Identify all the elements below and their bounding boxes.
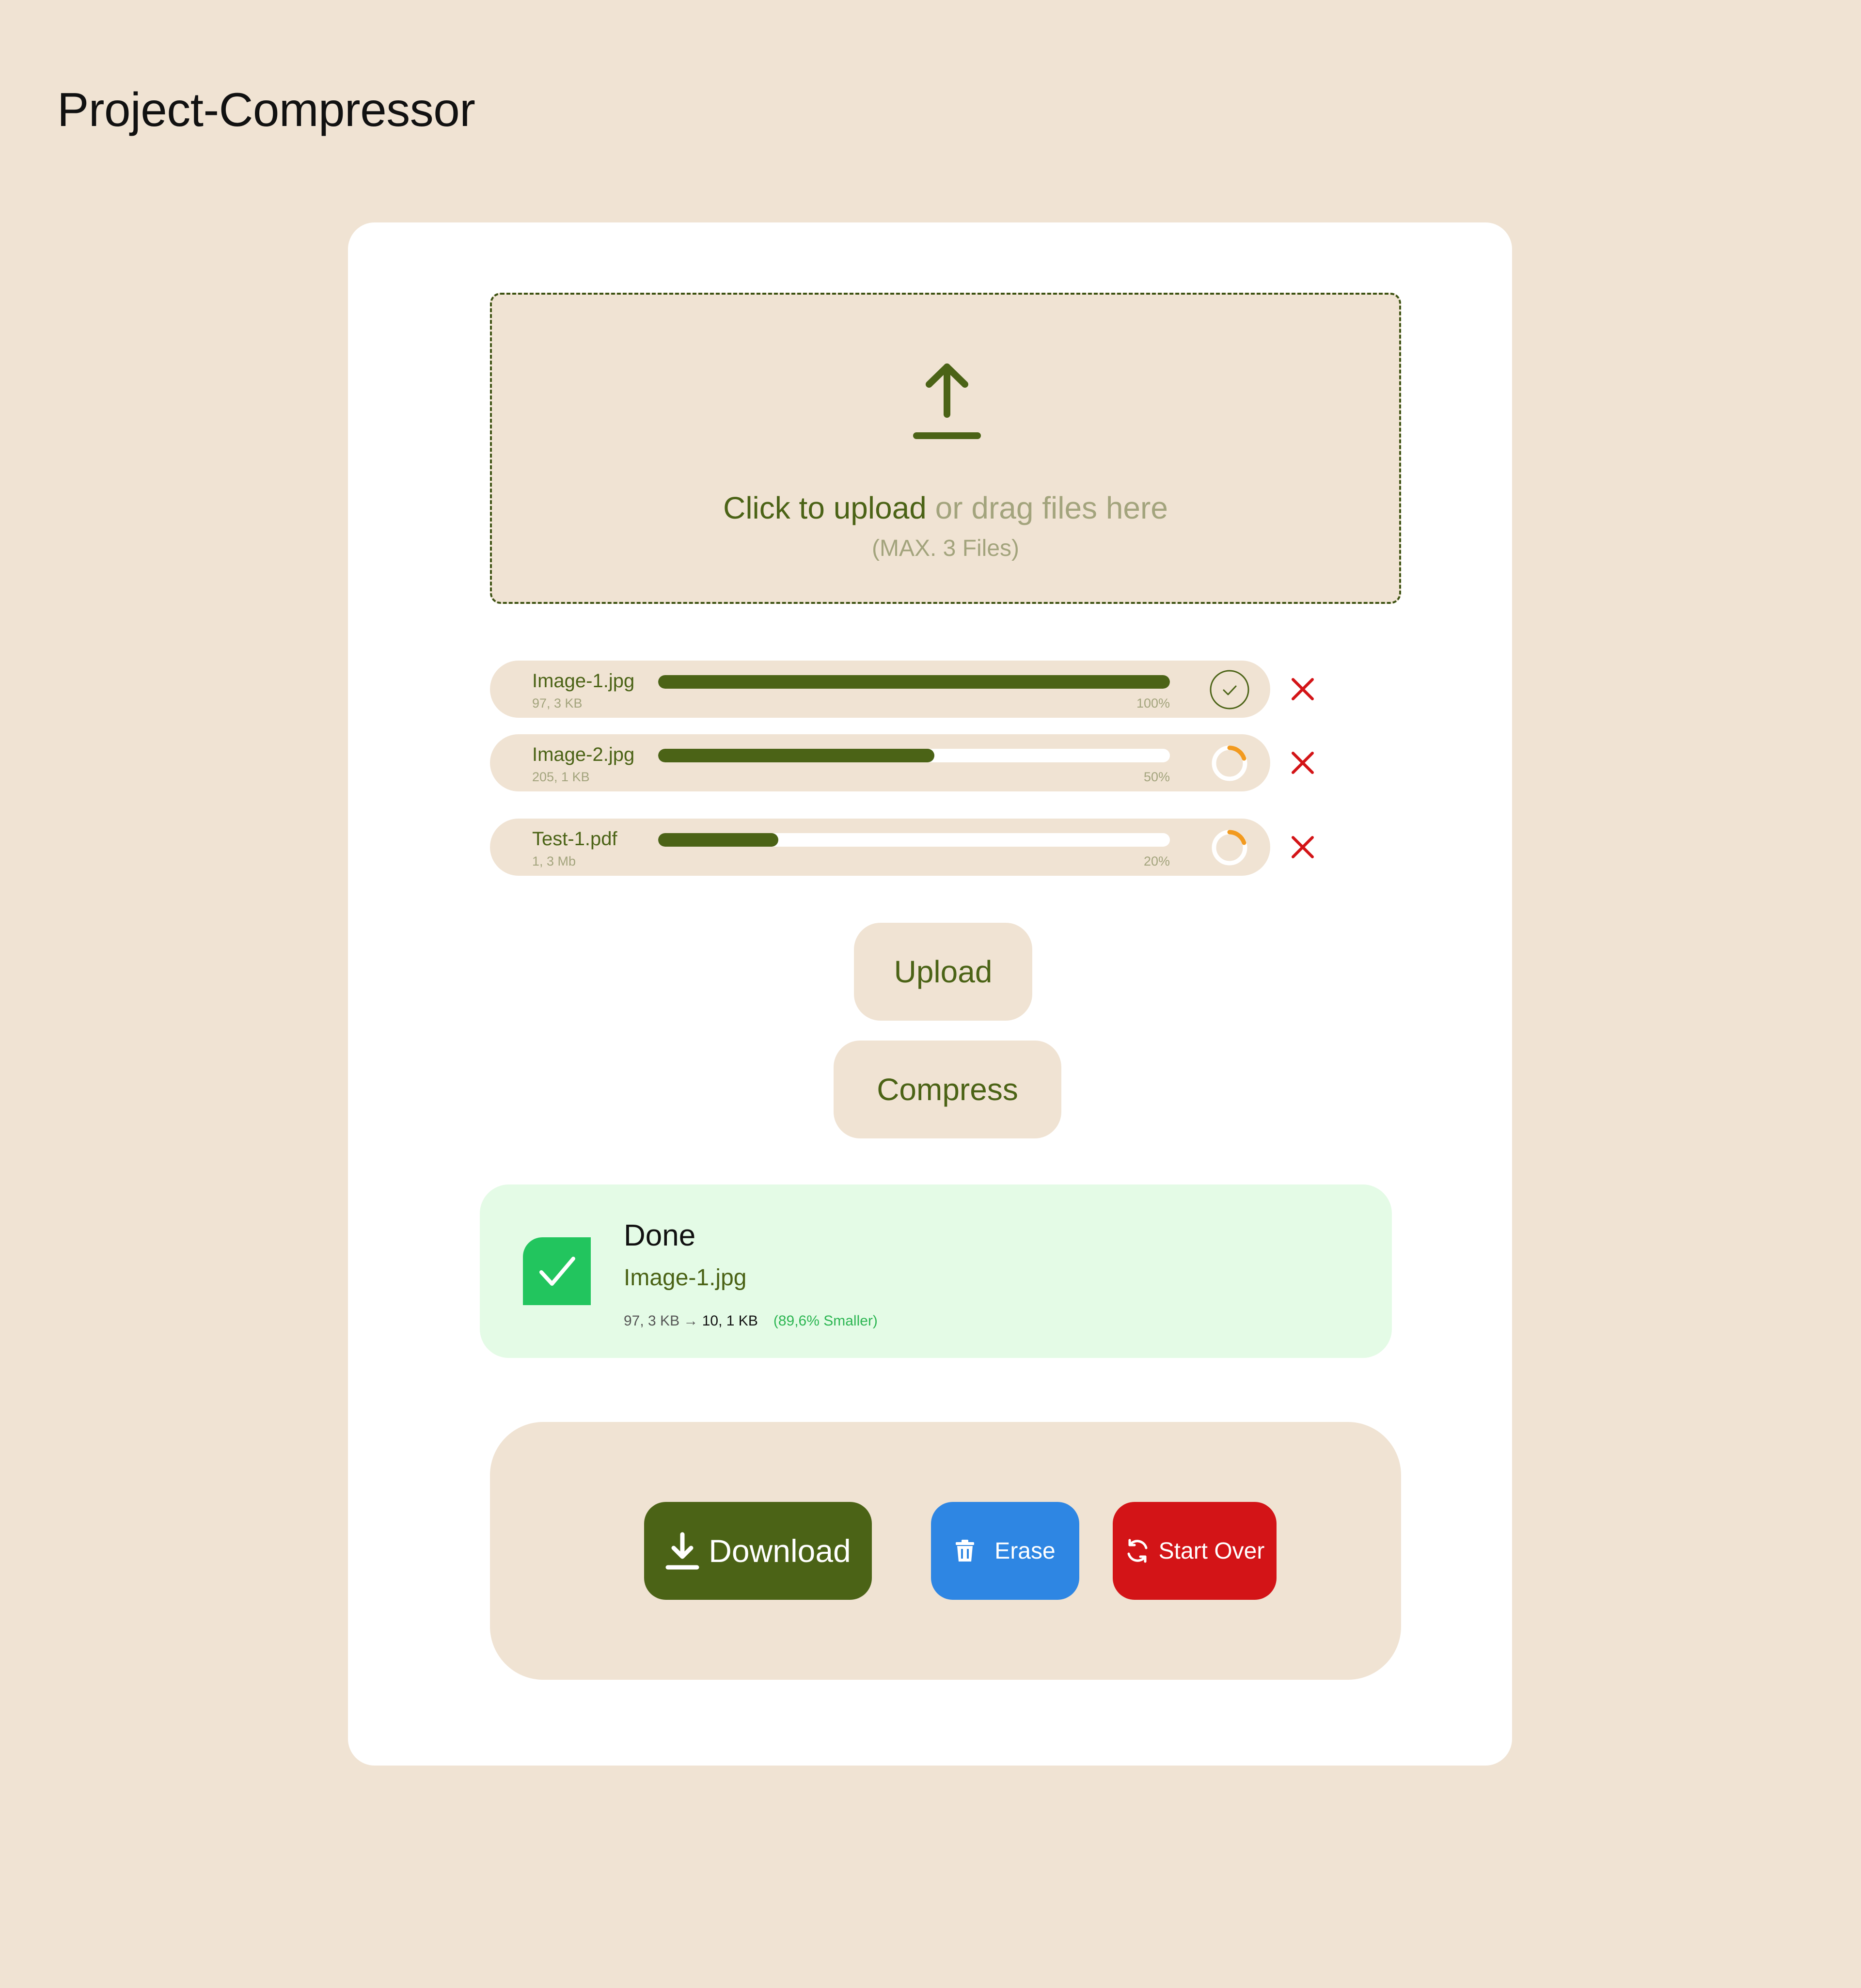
file-name: Image-1.jpg [532,670,635,692]
compression-result-panel: Done Image-1.jpg 97, 3 KB → 10, 1 KB (89,… [480,1184,1392,1358]
file-name: Image-2.jpg [532,744,635,765]
upload-progress-fill [658,675,1170,689]
close-icon [1292,752,1314,774]
file-row: Test-1.pdf 1, 3 Mb 20% [490,819,1270,876]
upload-progress-fill [658,749,935,762]
upload-button[interactable]: Upload [854,923,1032,1021]
upload-dropzone[interactable]: Click to upload or drag files here (MAX.… [490,293,1401,604]
start-over-button[interactable]: Start Over [1113,1502,1277,1600]
upload-progress-bar [658,675,1170,689]
upload-progress-label: 20% [1143,854,1170,868]
download-button[interactable]: Download [644,1502,872,1600]
remove-file-button[interactable] [1288,675,1317,704]
remove-file-button[interactable] [1288,748,1317,777]
result-title: Done [624,1219,696,1252]
trash-icon [955,1539,975,1562]
app-title: Project-Compressor [57,83,475,136]
upload-progress-label: 50% [1143,770,1170,784]
file-name: Test-1.pdf [532,828,617,850]
spinner-icon [1209,742,1250,784]
refresh-icon [1125,1538,1150,1563]
result-file-name: Image-1.jpg [624,1265,747,1291]
success-check-icon [523,1237,591,1305]
file-size: 97, 3 KB [532,696,583,710]
upload-progress-bar [658,749,1170,762]
result-size-stats: 97, 3 KB → 10, 1 KB (89,6% Smaller) [624,1313,878,1329]
start-over-label: Start Over [1158,1538,1265,1564]
upload-progress-label: 100% [1136,696,1170,710]
remove-file-button[interactable] [1288,833,1317,862]
drag-files-text: or drag files here [926,490,1168,525]
upload-arrow-icon [913,360,981,442]
click-to-upload-link[interactable]: Click to upload [723,490,927,525]
file-size: 205, 1 KB [532,770,590,784]
upload-progress-fill [658,833,779,847]
download-label: Download [709,1533,851,1569]
check-circle-icon [1209,669,1250,710]
erase-label: Erase [994,1538,1056,1564]
compress-button[interactable]: Compress [834,1041,1061,1138]
file-size: 1, 3 Mb [532,854,576,868]
upload-progress-bar [658,833,1170,847]
dropzone-limit-text: (MAX. 3 Files) [871,536,1020,561]
file-row: Image-2.jpg 205, 1 KB 50% [490,734,1270,791]
spinner-icon [1209,827,1250,868]
actions-panel: Download Erase Start Over [490,1422,1401,1680]
close-icon [1292,678,1314,700]
compressor-card: Click to upload or drag files here (MAX.… [348,222,1512,1766]
erase-button[interactable]: Erase [931,1502,1079,1600]
dropzone-instructions: Click to upload or drag files here [492,489,1399,527]
download-icon [665,1531,700,1570]
size-arrow: → [679,1313,702,1329]
file-row: Image-1.jpg 97, 3 KB 100% [490,661,1270,718]
size-before: 97, 3 KB [624,1313,680,1329]
size-saving: (89,6% Smaller) [773,1313,878,1329]
close-icon [1292,836,1314,858]
size-after: 10, 1 KB [702,1313,758,1329]
